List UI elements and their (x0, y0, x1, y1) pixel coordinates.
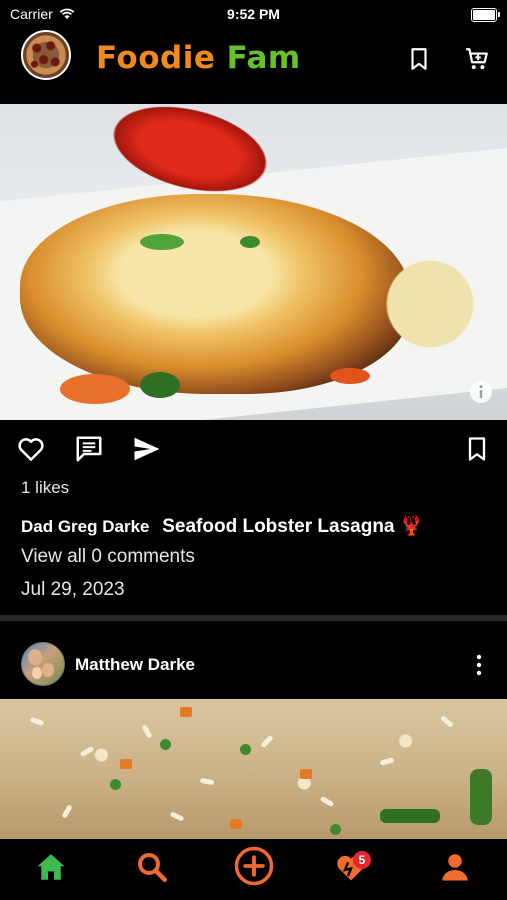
info-icon[interactable] (469, 380, 493, 404)
post-author[interactable]: Dad Greg Darke (21, 517, 150, 536)
view-comments-link[interactable]: View all 0 comments (21, 546, 195, 568)
post-image[interactable] (0, 104, 507, 420)
status-time: 9:52 PM (227, 6, 280, 22)
likes-count[interactable]: 1 likes (21, 478, 69, 498)
app-title: Foodie Fam (96, 40, 301, 76)
post2-header: Matthew Darke (0, 640, 507, 690)
bookmark-icon[interactable] (463, 434, 491, 464)
profile-icon[interactable] (437, 849, 473, 885)
bookmark-icon[interactable] (406, 46, 432, 72)
tab-bar (0, 839, 507, 900)
post-divider (0, 615, 507, 621)
battery-icon (471, 8, 500, 22)
user-avatar[interactable] (21, 30, 71, 80)
post-caption: Dad Greg Darke Seafood Lobster Lasagna 🦞 (21, 514, 423, 538)
search-icon[interactable] (134, 849, 170, 885)
post-date: Jul 29, 2023 (21, 579, 125, 600)
status-bar: Carrier 9:52 PM (0, 0, 507, 28)
post2-image[interactable] (0, 699, 507, 839)
home-icon[interactable] (33, 849, 69, 885)
share-icon[interactable] (132, 434, 162, 464)
app-title-fam: Fam (226, 40, 301, 76)
post-title: Seafood Lobster Lasagna 🦞 (162, 516, 424, 537)
lasagna-photo (20, 194, 410, 394)
post-actions (0, 430, 507, 470)
post2-author[interactable]: Matthew Darke (75, 655, 195, 675)
more-options-icon[interactable] (473, 653, 485, 677)
cart-icon[interactable] (464, 46, 490, 72)
add-circle-icon[interactable] (233, 845, 275, 887)
heart-icon[interactable] (16, 434, 46, 464)
app-title-foodie: Foodie (96, 40, 216, 76)
notifications-badge: 5 (353, 851, 371, 869)
post2-author-avatar[interactable] (21, 642, 65, 686)
comment-icon[interactable] (74, 434, 104, 464)
app-header: Foodie Fam (0, 28, 507, 104)
